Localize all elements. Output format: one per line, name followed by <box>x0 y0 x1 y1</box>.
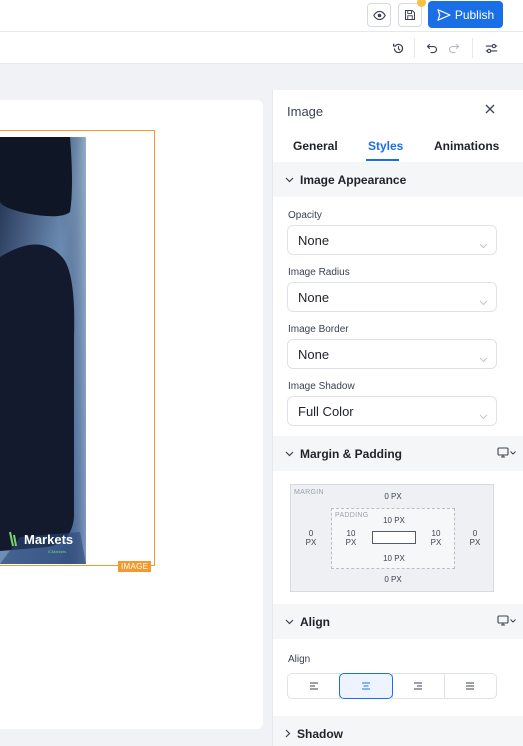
chevron-down-icon <box>479 237 488 252</box>
margin-right-unit: PX <box>469 538 481 547</box>
section-align[interactable]: Align <box>273 604 523 639</box>
chevron-down-icon <box>285 177 294 183</box>
align-label: Align <box>288 654 311 665</box>
history-icon <box>392 43 403 53</box>
close-panel-button[interactable] <box>482 101 498 117</box>
chevron-down-icon <box>285 619 294 625</box>
image-shadow-select[interactable]: Full Color <box>287 396 497 426</box>
align-left-button[interactable] <box>287 673 341 699</box>
chevron-down-icon <box>510 618 516 623</box>
margin-label: MARGIN <box>294 489 324 496</box>
align-right-button[interactable] <box>391 673 445 699</box>
image-selection-frame <box>0 130 155 566</box>
align-button-group <box>287 673 497 699</box>
eye-icon <box>372 10 386 20</box>
image-shadow-label: Image Shadow <box>288 381 355 392</box>
padding-left-value: 10 <box>346 529 356 538</box>
align-center-button[interactable] <box>339 673 393 699</box>
redo-button[interactable] <box>445 39 463 57</box>
chevron-down-icon <box>285 451 294 457</box>
tab-styles[interactable]: Styles <box>368 139 403 153</box>
padding-left[interactable]: 10 PX <box>342 529 360 547</box>
padding-label: PADDING <box>335 512 369 519</box>
device-toggle[interactable] <box>497 447 516 458</box>
chevron-down-icon <box>479 294 488 309</box>
padding-top[interactable]: 10 PX <box>377 516 411 525</box>
sliders-icon <box>485 43 497 53</box>
padding-right[interactable]: 10 PX <box>427 529 445 547</box>
settings-button[interactable] <box>482 39 500 57</box>
panel-title: Image <box>287 104 324 119</box>
section-title: Shadow <box>297 726 344 741</box>
publish-button[interactable]: Publish <box>428 1 503 28</box>
save-icon <box>404 9 416 21</box>
margin-top[interactable]: 0 PX <box>376 492 410 501</box>
chevron-right-icon <box>285 729 291 738</box>
align-justify-icon <box>466 682 475 690</box>
align-justify-button[interactable] <box>443 673 497 699</box>
active-tab-indicator <box>366 159 399 161</box>
save-button[interactable] <box>398 3 422 27</box>
margin-left-unit: PX <box>305 538 317 547</box>
section-image-appearance[interactable]: Image Appearance <box>273 162 523 197</box>
chevron-down-icon <box>479 408 488 423</box>
align-center-icon <box>361 682 370 690</box>
padding-right-value: 10 <box>431 529 441 538</box>
history-button[interactable] <box>389 39 407 57</box>
undo-button[interactable] <box>423 39 441 57</box>
editor-toolbar <box>0 32 523 64</box>
top-bar: Publish <box>0 0 523 32</box>
device-toggle[interactable] <box>497 615 516 626</box>
undo-icon <box>426 43 437 54</box>
margin-left[interactable]: 0 PX <box>303 529 319 547</box>
publish-label: Publish <box>454 7 495 22</box>
margin-left-value: 0 <box>308 529 314 538</box>
panel-tabs: General Styles Animations <box>273 132 523 162</box>
image-border-select[interactable]: None <box>287 339 497 369</box>
padding-right-unit: PX <box>430 538 442 547</box>
section-title: Align <box>300 614 330 629</box>
image-radius-select[interactable]: None <box>287 282 497 312</box>
opacity-label: Opacity <box>288 210 322 221</box>
opacity-select[interactable]: None <box>287 225 497 255</box>
properties-panel: Image General Styles Animations Image Ap… <box>272 90 523 746</box>
image-shadow-value: Full Color <box>298 403 354 419</box>
margin-right-value: 0 <box>472 529 478 538</box>
section-margin-padding[interactable]: Margin & Padding <box>273 436 523 471</box>
content-box <box>372 531 416 544</box>
close-icon <box>485 104 495 114</box>
tab-general[interactable]: General <box>293 139 338 153</box>
chevron-down-icon <box>479 351 488 366</box>
margin-box: MARGIN 0 PX 0 PX 0 PX 0 PX PADDING 10 PX 1… <box>290 484 494 592</box>
image-radius-label: Image Radius <box>288 267 350 278</box>
redo-icon <box>449 43 460 54</box>
section-title: Image Appearance <box>300 172 407 187</box>
opacity-value: None <box>298 232 330 248</box>
align-left-icon <box>309 682 318 690</box>
image-border-value: None <box>298 346 330 362</box>
align-right-icon <box>414 682 423 690</box>
margin-bottom[interactable]: 0 PX <box>376 575 410 584</box>
desktop-icon <box>497 447 509 458</box>
chevron-down-icon <box>510 450 516 455</box>
toolbar-divider <box>472 38 473 58</box>
toolbar-divider <box>414 38 415 58</box>
image-radius-value: None <box>298 289 330 305</box>
padding-left-unit: PX <box>345 538 357 547</box>
section-title: Margin & Padding <box>300 446 402 461</box>
padding-box: PADDING 10 PX 10 PX 10 PX 10 PX <box>331 508 455 569</box>
image-element-tag: IMAGE <box>118 561 152 572</box>
preview-button[interactable] <box>367 3 391 27</box>
send-icon <box>437 8 451 21</box>
margin-right[interactable]: 0 PX <box>467 529 483 547</box>
padding-bottom[interactable]: 10 PX <box>377 554 411 563</box>
tab-animations[interactable]: Animations <box>434 139 499 153</box>
notification-dot <box>417 0 426 7</box>
desktop-icon <box>497 615 509 626</box>
section-shadow[interactable]: Shadow <box>273 716 523 746</box>
image-border-label: Image Border <box>288 324 349 335</box>
